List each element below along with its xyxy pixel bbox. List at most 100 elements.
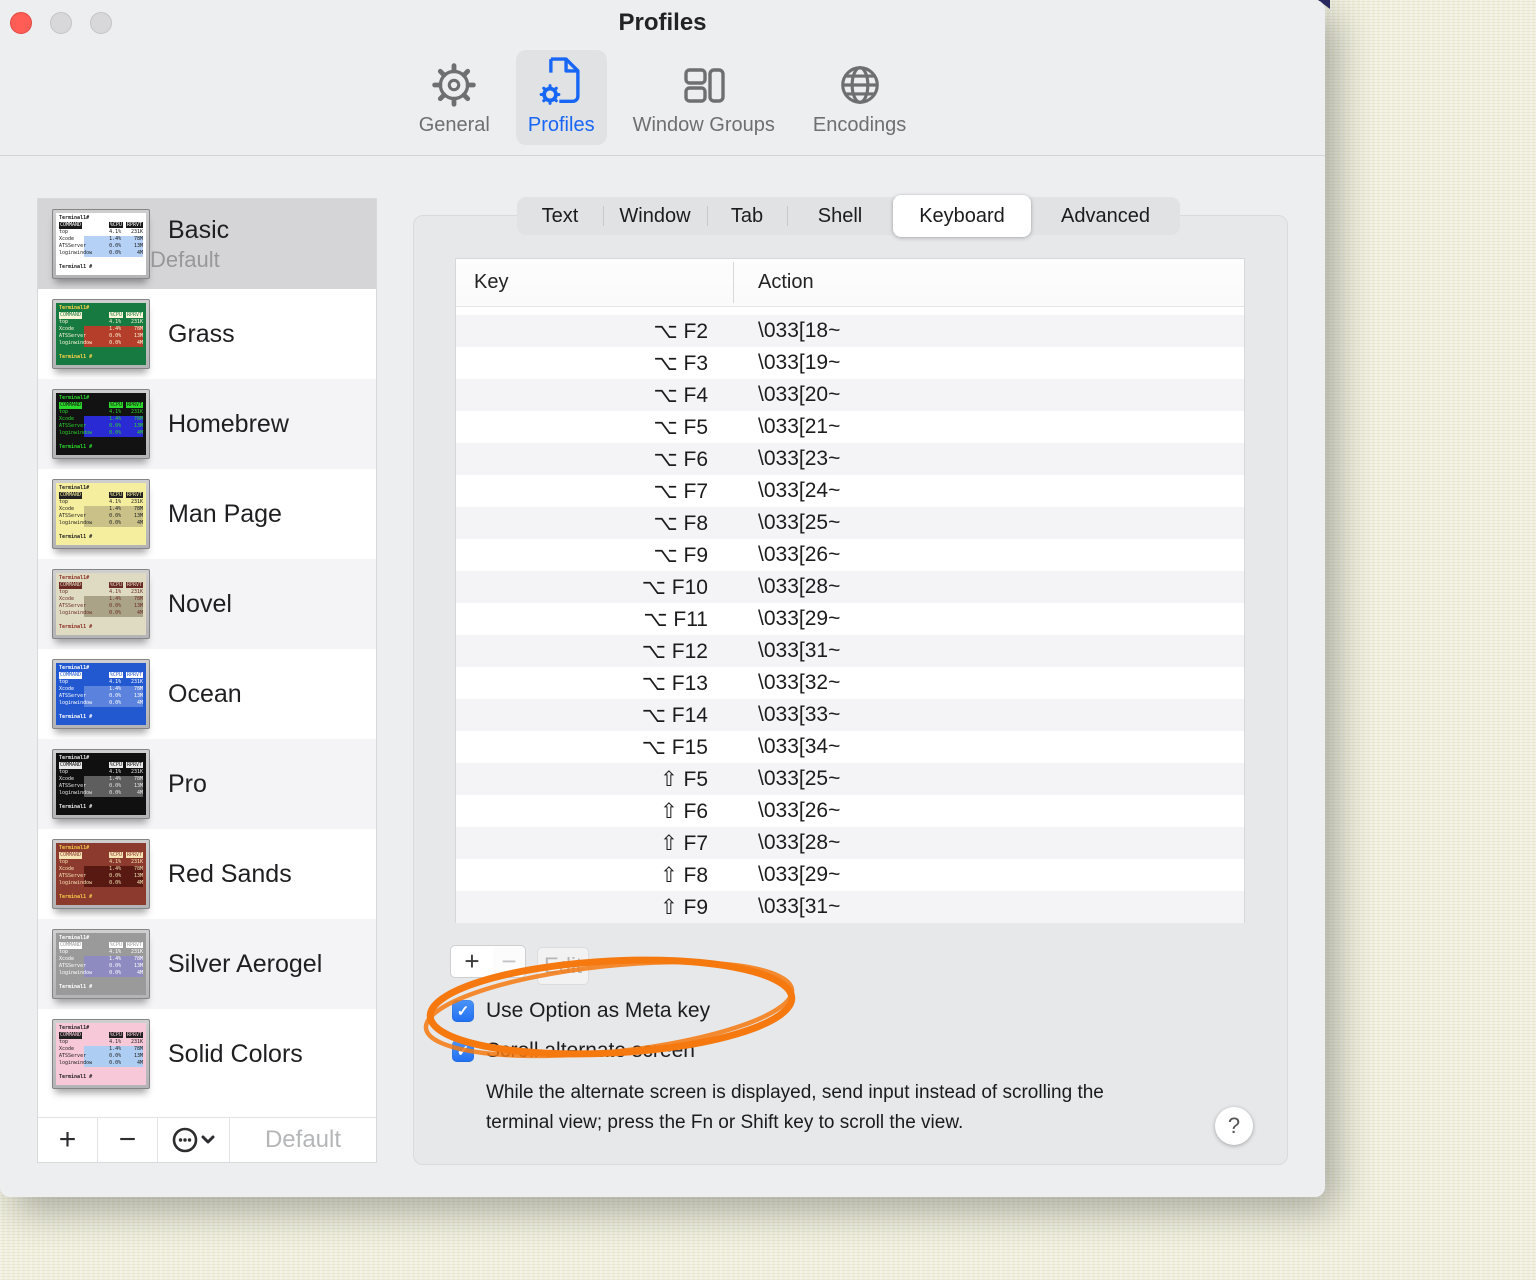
action-cell: \033[31~ [758, 639, 841, 662]
action-cell: \033[31~ [758, 895, 841, 918]
alternate-screen-option: ✓ Scroll alternate screen [452, 1039, 695, 1063]
terminal-preview: Terminal1# COMMAND %CPU RPRVT top 4.1% 231… [56, 573, 146, 635]
action-cell: \033[24~ [758, 479, 841, 502]
table-row[interactable]: ⇧ F6 \033[26~ [456, 795, 1244, 827]
keyboard-shortcut-table: Key Action ⌥ F2 \033[18~ ⌥ F3 \033[19~ ⌥… [455, 258, 1245, 923]
profile-name: Homebrew [168, 409, 289, 438]
table-row[interactable]: ⇧ F7 \033[28~ [456, 827, 1244, 859]
toolbar-item[interactable]: Window Groups [621, 50, 787, 145]
action-cell: \033[33~ [758, 703, 841, 726]
key-cell: ⌥ F10 [641, 575, 708, 599]
help-button[interactable]: ? [1215, 1107, 1253, 1145]
table-row[interactable]: ⌥ F5 \033[21~ [456, 411, 1244, 443]
settings-tab[interactable]: Tab [707, 197, 787, 235]
preferences-toolbar: General Profiles Window Groups Encodings [0, 50, 1325, 154]
remove-key-button[interactable]: − [493, 945, 526, 978]
key-cell: ⇧ F7 [660, 831, 708, 855]
profile-text: Grass [150, 320, 235, 349]
profile-list-item[interactable]: Terminal1# COMMAND %CPU RPRVT top 4.1% 231… [38, 559, 376, 649]
settings-tab[interactable]: Shell [787, 197, 893, 235]
remove-profile-button[interactable]: − [98, 1118, 158, 1162]
key-cell: ⌥ F5 [653, 415, 708, 439]
profile-list-item[interactable]: Terminal1# COMMAND %CPU RPRVT top 4.1% 231… [38, 649, 376, 739]
table-row[interactable]: ⌥ F9 \033[26~ [456, 539, 1244, 571]
document-gear-icon [539, 57, 580, 105]
profile-list-item[interactable]: Terminal1# COMMAND %CPU RPRVT top 4.1% 231… [38, 469, 376, 559]
action-cell: \033[26~ [758, 543, 841, 566]
profile-thumbnail: Terminal1# COMMAND %CPU RPRVT top 4.1% 231… [52, 839, 150, 909]
action-cell: \033[28~ [758, 575, 841, 598]
settings-tab-label: Text [541, 204, 579, 227]
action-cell: \033[28~ [758, 831, 841, 854]
toolbar-item[interactable]: General [407, 50, 502, 145]
action-cell: \033[18~ [758, 319, 841, 342]
profile-list-item[interactable]: Terminal1# COMMAND %CPU RPRVT top 4.1% 231… [38, 739, 376, 829]
table-row[interactable]: ⌥ F12 \033[31~ [456, 635, 1244, 667]
table-row[interactable]: ⇧ F9 \033[31~ [456, 891, 1244, 923]
table-row[interactable]: ⌥ F4 \033[20~ [456, 379, 1244, 411]
key-cell: ⌥ F8 [653, 511, 708, 535]
action-cell: \033[29~ [758, 863, 841, 886]
table-row[interactable]: ⌥ F14 \033[33~ [456, 699, 1244, 731]
terminal-preview: Terminal1# COMMAND %CPU RPRVT top 4.1% 231… [56, 303, 146, 365]
profile-subtitle: Default [150, 246, 220, 272]
action-cell: \033[25~ [758, 511, 841, 534]
profile-list-item[interactable]: Terminal1# COMMAND %CPU RPRVT top 4.1% 231… [38, 829, 376, 919]
add-profile-button[interactable]: + [38, 1118, 98, 1162]
profile-text: Ocean [150, 680, 242, 709]
profile-name: Red Sands [168, 859, 292, 888]
settings-tab[interactable]: Keyboard [893, 195, 1031, 237]
action-cell: \033[32~ [758, 671, 841, 694]
settings-tab-label: Tab [730, 204, 764, 227]
action-cell: \033[21~ [758, 415, 841, 438]
profile-list-item[interactable]: Terminal1# COMMAND %CPU RPRVT top 4.1% 231… [38, 919, 376, 1009]
use-option-as-meta-key-checkbox[interactable]: ✓ [452, 1000, 474, 1022]
table-row[interactable]: ⌥ F7 \033[24~ [456, 475, 1244, 507]
profile-thumbnail: Terminal1# COMMAND %CPU RPRVT top 4.1% 231… [52, 209, 150, 279]
table-row[interactable]: ⌥ F13 \033[32~ [456, 667, 1244, 699]
table-row[interactable]: ⌥ F10 \033[28~ [456, 571, 1244, 603]
table-row[interactable]: ⌥ F3 \033[19~ [456, 347, 1244, 379]
settings-tab[interactable]: Advanced [1031, 197, 1180, 235]
key-column-header: Key [456, 262, 734, 303]
terminal-preview: Terminal1# COMMAND %CPU RPRVT top 4.1% 231… [56, 393, 146, 455]
toolbar-item[interactable]: Profiles [515, 50, 607, 145]
table-row[interactable]: ⌥ F11 \033[29~ [456, 603, 1244, 635]
scroll-alternate-screen-checkbox[interactable]: ✓ [452, 1040, 474, 1062]
profile-list: Terminal1# COMMAND %CPU RPRVT top 4.1% 231… [38, 199, 376, 1118]
toolbar-item-label: Window Groups [632, 114, 775, 136]
profiles-sidebar: Terminal1# COMMAND %CPU RPRVT top 4.1% 231… [37, 198, 377, 1163]
profile-thumbnail: Terminal1# COMMAND %CPU RPRVT top 4.1% 231… [52, 929, 150, 999]
toolbar-item[interactable]: Encodings [801, 50, 918, 145]
terminal-preview: Terminal1# COMMAND %CPU RPRVT top 4.1% 231… [56, 663, 146, 725]
table-row[interactable]: ⌥ F2 \033[18~ [456, 315, 1244, 347]
key-cell: ⌥ F3 [653, 351, 708, 375]
profile-list-item[interactable]: Terminal1# COMMAND %CPU RPRVT top 4.1% 231… [38, 1009, 376, 1099]
table-row[interactable]: ⌥ F6 \033[23~ [456, 443, 1244, 475]
profile-name: Silver Aerogel [168, 949, 323, 978]
settings-tab[interactable]: Text [517, 197, 603, 235]
action-column-header: Action [758, 271, 814, 293]
table-row[interactable]: ⇧ F5 \033[25~ [456, 763, 1244, 795]
profile-actions-menu-button[interactable] [158, 1118, 230, 1162]
key-cell: ⌥ F11 [643, 607, 708, 631]
profile-list-item[interactable]: Terminal1# COMMAND %CPU RPRVT top 4.1% 231… [38, 379, 376, 469]
key-cell: ⌥ F12 [641, 639, 708, 663]
settings-tab-label: Advanced [1061, 204, 1150, 227]
action-cell: \033[26~ [758, 799, 841, 822]
table-row[interactable]: ⇧ F8 \033[29~ [456, 859, 1244, 891]
profile-text: Pro [150, 770, 207, 799]
table-row[interactable]: ⌥ F8 \033[25~ [456, 507, 1244, 539]
add-key-button[interactable]: + [450, 945, 494, 978]
profile-text: Red Sands [150, 860, 292, 889]
edit-key-button[interactable]: Edit [537, 947, 589, 985]
toolbar-separator [0, 155, 1325, 156]
profile-name: Basic [168, 215, 230, 244]
profile-list-item[interactable]: Terminal1# COMMAND %CPU RPRVT top 4.1% 231… [38, 289, 376, 379]
settings-tab[interactable]: Window [603, 197, 707, 235]
profile-name: Grass [168, 319, 235, 348]
table-row[interactable]: ⌥ F15 \033[34~ [456, 731, 1244, 763]
action-cell: \033[19~ [758, 351, 841, 374]
profile-list-item[interactable]: Terminal1# COMMAND %CPU RPRVT top 4.1% 231… [38, 199, 376, 289]
default-button[interactable]: Default [230, 1118, 376, 1162]
